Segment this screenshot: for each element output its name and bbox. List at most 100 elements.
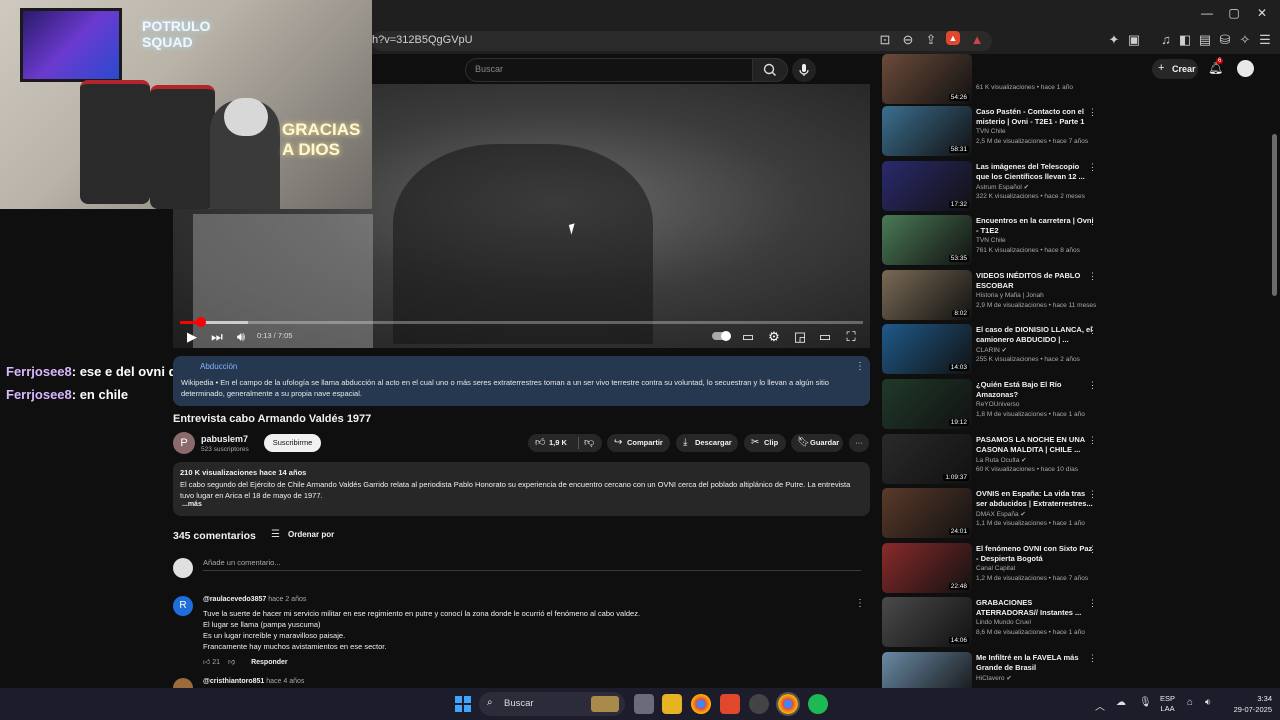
theater-mode-icon[interactable]: ▭: [816, 329, 834, 345]
recommendation-channel[interactable]: HiClavero ✔: [976, 674, 1012, 682]
recommendation-card[interactable]: 17:32 Las imágenes del Telescopio que los…: [882, 160, 1102, 215]
account-avatar[interactable]: [1237, 60, 1254, 77]
comment-time[interactable]: hace 4 años: [266, 678, 304, 685]
recommendation-channel[interactable]: TVN Chile: [976, 128, 1006, 135]
create-button[interactable]: + Crear: [1152, 59, 1198, 79]
recommendation-menu-icon[interactable]: ⋮: [1088, 489, 1097, 500]
recommendation-title[interactable]: El fenómeno OVNI con Sixto Paz - Despier…: [976, 544, 1094, 564]
recommendation-channel[interactable]: La Ruta Oculta ✔: [976, 456, 1027, 464]
recommendation-title[interactable]: ¿Quién Está Bajo El Río Amazonas?: [976, 380, 1094, 400]
commenter-avatar[interactable]: R: [173, 596, 193, 616]
recommendation-menu-icon[interactable]: ⋮: [1088, 598, 1097, 609]
close-button[interactable]: ✕: [1252, 6, 1272, 22]
menu-icon[interactable]: ☰: [1256, 31, 1274, 49]
windows-start-icon[interactable]: [455, 696, 471, 712]
recommendation-thumbnail[interactable]: 14:06: [882, 597, 972, 648]
recommendation-thumbnail[interactable]: 14:03: [882, 324, 972, 375]
recommendation-thumbnail[interactable]: 54:26: [882, 54, 972, 104]
screenshot-icon[interactable]: ▣: [1125, 31, 1143, 49]
download-button[interactable]: ⤓ Descargar: [676, 434, 738, 452]
recommendation-channel[interactable]: Lindo Mundo Cruel: [976, 619, 1031, 626]
recommendation-title[interactable]: El caso de DIONISIO LLANCA, el camionero…: [976, 325, 1094, 345]
address-bar-text[interactable]: h?v=312B5QgGVpU: [372, 34, 473, 46]
recommendation-thumbnail[interactable]: 24:01: [882, 488, 972, 539]
recommendation-thumbnail[interactable]: 8:02: [882, 269, 972, 320]
brave-icon[interactable]: [720, 694, 740, 714]
recommendation-card[interactable]: 1:09:37 PASAMOS LA NOCHE EN UNA CASONA MA…: [882, 433, 1102, 488]
music-icon[interactable]: ♫: [1157, 31, 1175, 49]
spotify-icon[interactable]: [808, 694, 828, 714]
recommendation-card[interactable]: 24:01 OVNIS en España: La vida tras ser a…: [882, 488, 1102, 542]
recommendation-card[interactable]: 19:12 ¿Quién Está Bajo El Río Amazonas? Re…: [882, 379, 1102, 433]
microphone-tray-icon[interactable]: 🎙︎: [1139, 697, 1152, 708]
recommendation-card[interactable]: 14:03 El caso de DIONISIO LLANCA, el cami…: [882, 324, 1102, 378]
progress-bar[interactable]: [180, 321, 863, 324]
info-card-menu-icon[interactable]: ⋮: [855, 361, 865, 372]
install-app-icon[interactable]: ⊡: [876, 31, 894, 49]
autoplay-toggle[interactable]: [712, 331, 731, 341]
save-button[interactable]: 🔖︎ Guardar: [791, 434, 843, 452]
sort-icon[interactable]: ☰: [271, 529, 280, 540]
recommendation-channel[interactable]: CLARIN ✔: [976, 346, 1007, 354]
comment-menu-icon[interactable]: ⋮: [855, 598, 865, 609]
recommendation-channel[interactable]: TVN Chile: [976, 237, 1006, 244]
wallet-icon[interactable]: ▤: [1196, 31, 1214, 49]
add-comment-input[interactable]: Añade un comentario...: [203, 558, 281, 567]
task-view-icon[interactable]: [634, 694, 654, 714]
recommendation-title[interactable]: VIDEOS INÉDITOS de PABLO ESCOBAR: [976, 271, 1094, 291]
obs-icon[interactable]: [749, 694, 769, 714]
maximize-button[interactable]: ▢: [1224, 6, 1244, 22]
voice-search-button[interactable]: [792, 58, 816, 82]
recommendation-menu-icon[interactable]: ⋮: [1088, 380, 1097, 391]
fullscreen-icon[interactable]: ⛶: [842, 329, 860, 345]
scrollbar-thumb[interactable]: [1272, 134, 1277, 296]
minimize-button[interactable]: —: [1197, 6, 1217, 22]
recommendation-title[interactable]: PASAMOS LA NOCHE EN UNA CASONA MALDITA |…: [976, 435, 1094, 455]
recommendation-title[interactable]: Caso Pastén - Contacto con el misterio |…: [976, 107, 1094, 127]
comment-like-icon[interactable]: 👍︎: [203, 659, 210, 666]
chrome-icon[interactable]: [691, 694, 711, 714]
vpn-icon[interactable]: ⛁: [1216, 31, 1234, 49]
share-icon[interactable]: ⇪: [922, 31, 940, 49]
miniplayer-icon[interactable]: ◲: [791, 329, 809, 345]
recommendation-menu-icon[interactable]: ⋮: [1088, 107, 1097, 118]
recommendation-thumbnail[interactable]: 22:48: [882, 542, 972, 593]
volume-icon[interactable]: 🔊︎: [232, 329, 250, 345]
comment-author[interactable]: @cristhiantoro851: [203, 678, 264, 685]
clock[interactable]: 3:34 29-07-2025: [1222, 693, 1272, 715]
file-explorer-icon[interactable]: [662, 694, 682, 714]
reply-button[interactable]: Responder: [251, 659, 288, 666]
recommendation-title[interactable]: Me Infiltré en la FAVELA más Grande de B…: [976, 653, 1094, 673]
sort-by-button[interactable]: Ordenar por: [288, 530, 334, 539]
recommendation-card[interactable]: 22:48 El fenómeno OVNI con Sixto Paz - De…: [882, 542, 1102, 597]
recommendation-channel[interactable]: Astrum Español ✔: [976, 183, 1029, 191]
ai-icon[interactable]: ✧: [1236, 31, 1254, 49]
recommendation-channel[interactable]: Historia y Mafia | Jonah: [976, 292, 1044, 299]
comment-dislike-icon[interactable]: 👎︎: [228, 659, 235, 666]
next-icon[interactable]: ⏭︎: [208, 329, 226, 345]
subscribe-button[interactable]: Suscribirme: [264, 434, 321, 452]
recommendation-menu-icon[interactable]: ⋮: [1088, 544, 1097, 555]
recommendation-menu-icon[interactable]: ⋮: [1088, 435, 1097, 446]
recommendation-menu-icon[interactable]: ⋮: [1088, 325, 1097, 336]
play-icon[interactable]: ▶: [183, 329, 201, 345]
show-more-link[interactable]: ...más: [182, 501, 202, 508]
recommendation-title[interactable]: OVNIS en España: La vida tras ser abduci…: [976, 489, 1094, 509]
recommendation-card[interactable]: 54:26 61 K visualizaciones • hace 1 año: [882, 54, 1102, 108]
brave-rewards-icon[interactable]: ▲: [968, 31, 986, 49]
language-indicator[interactable]: ESP LAA: [1160, 694, 1175, 714]
taskbar-search[interactable]: ⌕ Buscar: [479, 692, 625, 716]
like-count[interactable]: 1,9 K: [549, 434, 567, 452]
info-card-title-link[interactable]: Abducción: [200, 362, 237, 371]
recommendation-thumbnail[interactable]: 17:32: [882, 160, 972, 211]
recommendation-title[interactable]: GRABACIONES ATERRADORAS// Instantes ...: [976, 598, 1094, 618]
recommendation-thumbnail[interactable]: 1:09:37: [882, 433, 972, 484]
like-icon[interactable]: 👍︎: [535, 434, 545, 452]
recommendation-thumbnail[interactable]: 19:12: [882, 379, 972, 429]
recommendation-card[interactable]: 58:31 Caso Pastén - Contacto con el miste…: [882, 106, 1102, 160]
network-icon[interactable]: ⌂: [1187, 697, 1193, 708]
comment-time[interactable]: hace 2 años: [268, 596, 306, 603]
channel-name-link[interactable]: pabuslem7: [201, 434, 248, 444]
sidebar-icon[interactable]: ◧: [1176, 31, 1194, 49]
tray-chevron-icon[interactable]: ︿: [1095, 698, 1105, 713]
